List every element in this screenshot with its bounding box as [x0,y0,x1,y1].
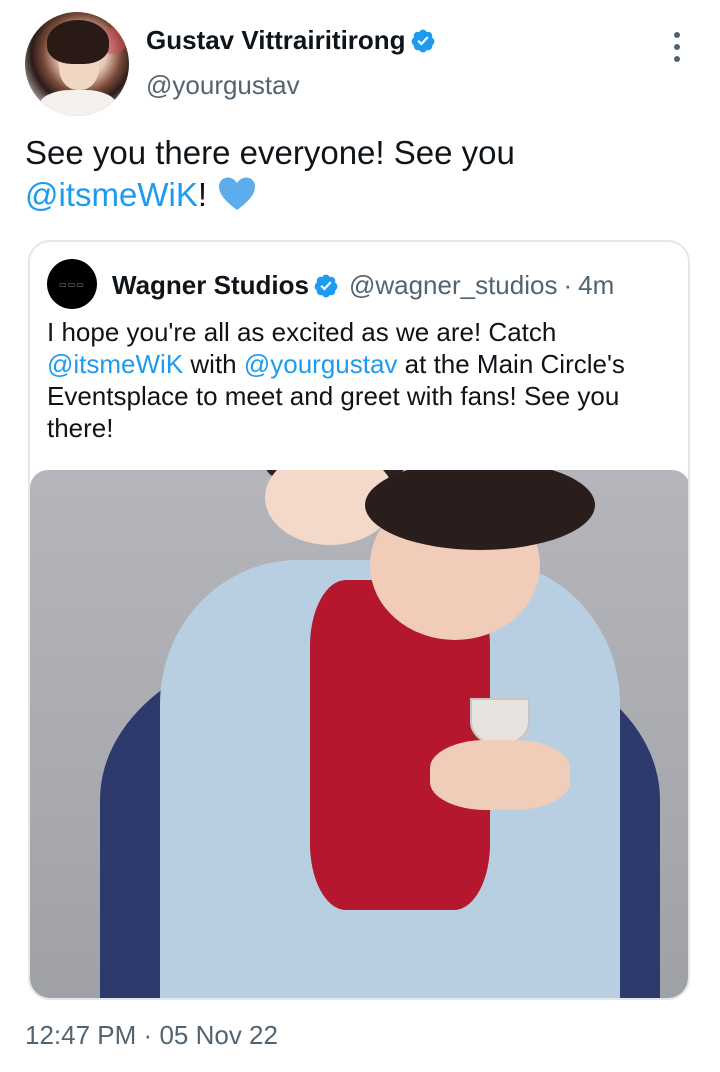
quoted-author-handle[interactable]: @wagner_studios [349,270,558,301]
quoted-header: Wagner Studios @wagner_studios · 4m [112,270,614,301]
verified-badge-icon [314,274,338,297]
tweet-date: 05 Nov 22 [159,1020,278,1050]
quoted-text-part: I hope you're all as excited as we are! … [47,317,557,347]
quoted-timestamp[interactable]: 4m [578,270,614,301]
avatar-hair [47,20,109,64]
quoted-author-name[interactable]: Wagner Studios [112,270,309,301]
author-handle[interactable]: @yourgustav [146,70,300,101]
tweet-timestamp[interactable]: 12:47 PM · 05 Nov 22 [25,1020,278,1051]
photo-hand [430,740,570,810]
author-name[interactable]: Gustav Vittrairitirong [146,25,406,56]
tweet: Gustav Vittrairitirong @yourgustav See y… [0,0,720,1072]
quoted-mention-link[interactable]: @itsmeWiK [47,349,183,379]
quoted-tweet-card[interactable]: ▭▭▭ Wagner Studios @wagner_studios · 4m … [28,240,690,1000]
quoted-media-photo[interactable] [30,470,688,998]
studio-logo: ▭▭▭ [59,279,85,289]
quoted-text: I hope you're all as excited as we are! … [47,316,677,444]
tweet-text-end: ! [197,176,208,213]
photo-glass [470,698,530,746]
author-avatar[interactable] [25,12,129,116]
tweet-text: See you there everyone! See you @itsmeWi… [25,132,695,216]
more-dot [674,44,680,50]
verified-badge-icon [411,29,434,52]
tweet-mention-link[interactable]: @itsmeWiK [25,176,198,213]
quoted-author-avatar[interactable]: ▭▭▭ [47,259,97,309]
author-name-row[interactable]: Gustav Vittrairitirong [146,25,436,56]
more-dot [674,56,680,62]
separator-dot: · [563,270,573,300]
avatar-shirt [39,90,117,116]
quoted-text-part: with [183,349,244,379]
more-options-icon[interactable] [665,32,689,62]
tweet-text-body: See you there everyone! See you [25,134,515,171]
more-dot [674,32,680,38]
blue-heart-icon [219,177,256,210]
tweet-time: 12:47 PM [25,1020,137,1050]
separator-dot: · [143,1020,153,1050]
quoted-mention-link[interactable]: @yourgustav [244,349,398,379]
